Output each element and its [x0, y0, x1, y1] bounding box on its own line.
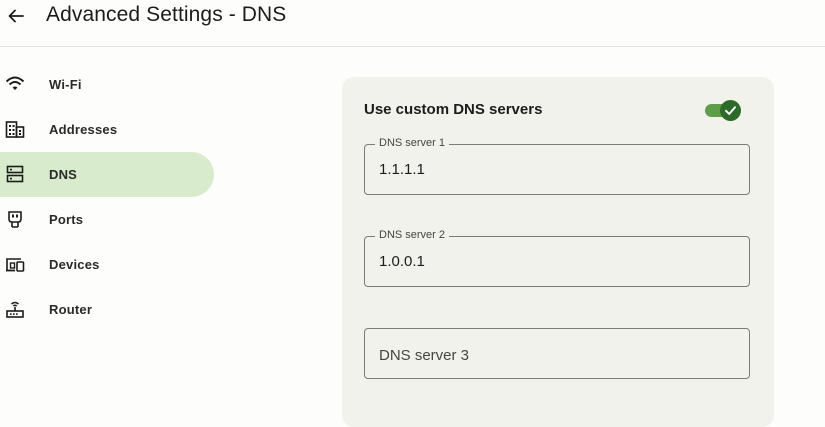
- app-header: Advanced Settings - DNS: [0, 0, 825, 47]
- sidebar-item-addresses[interactable]: Addresses: [0, 107, 214, 152]
- router-icon: [5, 299, 25, 319]
- sidebar-item-dns[interactable]: DNS: [0, 152, 214, 197]
- sidebar-item-devices[interactable]: Devices: [0, 242, 214, 287]
- plug-icon: [5, 209, 25, 229]
- dns-server-icon: [5, 164, 25, 184]
- dns-server-1-label: DNS server 1: [375, 137, 450, 149]
- back-arrow-icon[interactable]: [6, 6, 26, 26]
- sidebar-item-label: Addresses: [49, 122, 118, 137]
- dns-server-3-placeholder: DNS server 3: [379, 347, 470, 364]
- sidebar-item-label: Ports: [49, 212, 84, 227]
- check-icon: [725, 106, 736, 115]
- toggle-thumb: [720, 100, 741, 121]
- dns-server-1-field[interactable]: DNS server 1 1.1.1.1: [364, 137, 750, 195]
- sidebar-item-label: DNS: [49, 167, 78, 182]
- page-title: Advanced Settings - DNS: [46, 3, 287, 26]
- devices-icon: [5, 254, 25, 274]
- building-icon: [5, 119, 25, 139]
- sidebar-item-wifi[interactable]: Wi-Fi: [0, 62, 214, 107]
- sidebar-item-label: Wi-Fi: [49, 77, 82, 92]
- sidebar-nav: Wi-Fi Addresses DNS Ports Devices Router: [0, 62, 214, 332]
- custom-dns-toggle[interactable]: [705, 99, 741, 121]
- sidebar-item-label: Router: [49, 302, 93, 317]
- dns-server-2-value[interactable]: 1.0.0.1: [379, 253, 425, 270]
- dns-server-3-field[interactable]: DNS server 3: [364, 328, 750, 379]
- dns-settings-card: Use custom DNS servers DNS server 1 1.1.…: [342, 77, 774, 427]
- sidebar-item-label: Devices: [49, 257, 100, 272]
- dns-server-1-value[interactable]: 1.1.1.1: [379, 161, 425, 178]
- dns-server-2-field[interactable]: DNS server 2 1.0.0.1: [364, 229, 750, 287]
- dns-server-2-label: DNS server 2: [375, 229, 450, 241]
- custom-dns-label: Use custom DNS servers: [364, 101, 543, 118]
- sidebar-item-ports[interactable]: Ports: [0, 197, 214, 242]
- sidebar-item-router[interactable]: Router: [0, 287, 214, 332]
- wifi-icon: [5, 74, 25, 94]
